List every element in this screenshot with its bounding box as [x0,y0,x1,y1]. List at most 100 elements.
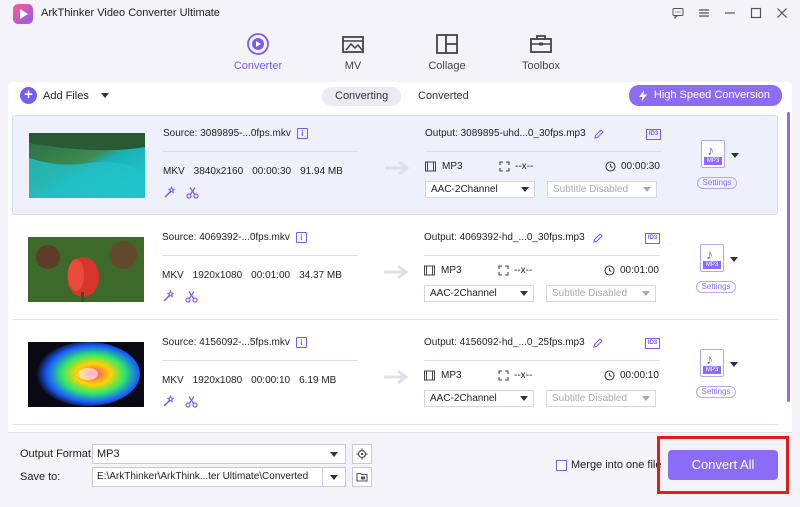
bottom-bar: Output Format: MP3 Save to: E:\ArkThinke… [8,432,792,502]
nav-mv[interactable]: MV [318,32,388,72]
output-resolution: --x-- [498,265,532,276]
output-format-icon[interactable]: ♪ MP3 [700,349,724,377]
app-logo-icon [13,4,33,24]
settings-button[interactable]: Settings [696,386,736,398]
source-meta: MKV 1920x1080 00:01:00 34.37 MB [162,270,342,281]
subtitle-select[interactable]: Subtitle Disabled [547,181,657,198]
nav-toolbox[interactable]: Toolbox [506,32,576,72]
source-info: Source: 3089895-...0fps.mkv i [163,128,308,139]
output-resolution-text: --x-- [515,161,534,172]
info-icon[interactable]: i [295,232,307,243]
divider [425,151,661,152]
subtitle-select[interactable]: Subtitle Disabled [546,390,656,407]
convert-arrow-icon [385,160,410,176]
subtitle-value: Subtitle Disabled [552,393,628,404]
file-row[interactable]: Source: 4156092-...5fps.mkv i MKV 1920x1… [12,325,778,425]
audio-track-select[interactable]: AAC-2Channel [424,285,534,302]
nav-collage[interactable]: Collage [412,32,482,72]
merge-label: Merge into one file [571,459,662,471]
mv-icon [342,36,364,53]
edit-icon[interactable] [593,128,604,139]
settings-button[interactable]: Settings [697,177,737,189]
chevron-down-icon[interactable] [731,153,739,158]
high-speed-conversion-button[interactable]: High Speed Conversion [628,85,782,106]
high-speed-conversion-label: High Speed Conversion [653,89,770,101]
divider [424,360,660,361]
feedback-icon[interactable] [666,3,690,23]
chevron-down-icon[interactable] [730,362,738,367]
video-thumbnail[interactable] [29,133,145,198]
format-badge: MP3 [704,157,722,165]
tab-converted[interactable]: Converted [405,87,482,106]
audio-track-select[interactable]: AAC-2Channel [424,390,534,407]
film-icon [424,370,435,381]
subtitle-select[interactable]: Subtitle Disabled [546,285,656,302]
divider [163,151,359,152]
minimize-icon[interactable] [718,3,742,23]
edit-icon[interactable] [592,337,603,348]
chevron-down-icon [330,475,338,480]
output-format-icon[interactable]: ♪ MP3 [700,244,724,272]
file-row[interactable]: Source: 4069392-...0fps.mkv i MKV 1920x1… [12,220,778,320]
output-info: Output: 4156092-hd_...0_25fps.mp3 [424,337,603,348]
id3-tag-icon[interactable]: ID3 [645,233,660,244]
format-settings-button[interactable] [352,444,372,464]
output-duration: 00:00:10 [604,370,659,381]
source-duration: 00:00:10 [251,375,291,386]
audio-track-value: AAC-2Channel [430,393,497,404]
nav-toolbox-label: Toolbox [522,60,560,72]
settings-button[interactable]: Settings [696,281,736,293]
lightning-icon [638,90,647,101]
file-row[interactable]: Source: 3089895-...0fps.mkv i MKV 3840x2… [12,115,778,215]
merge-option[interactable]: Merge into one file [556,459,662,471]
scissors-icon[interactable] [186,186,199,199]
source-info: Source: 4069392-...0fps.mkv i [162,232,307,243]
info-icon[interactable]: i [295,337,307,348]
info-icon[interactable]: i [296,128,308,139]
source-resolution: 3840x2160 [193,166,244,177]
convert-all-button[interactable]: Convert All [668,450,778,480]
save-to-field[interactable]: E:\ArkThinker\ArkThink...ter Ultimate\Co… [92,467,346,487]
output-duration: 00:00:30 [605,161,660,172]
id3-tag-icon[interactable]: ID3 [645,338,660,349]
clock-icon [604,370,615,381]
magic-wand-icon[interactable] [162,395,175,408]
maximize-icon[interactable] [744,3,768,23]
chevron-down-icon[interactable] [730,257,738,262]
merge-checkbox[interactable] [556,459,567,471]
add-files-button[interactable]: + Add Files [20,87,109,104]
convert-arrow-icon [384,369,409,385]
audio-track-select[interactable]: AAC-2Channel [425,181,535,198]
source-filename: Source: 4156092-...5fps.mkv [162,337,290,348]
toolbox-icon [530,35,552,53]
gear-icon [356,448,368,460]
magic-wand-icon[interactable] [163,186,176,199]
output-format-label: Output Format: [20,448,94,460]
app-title: ArkThinker Video Converter Ultimate [41,7,220,19]
output-format-text: MP3 [442,161,463,172]
close-icon[interactable] [770,3,794,23]
magic-wand-icon[interactable] [162,290,175,303]
scissors-icon[interactable] [185,290,198,303]
output-format-icon[interactable]: ♪ MP3 [701,140,725,168]
divider [162,360,358,361]
scissors-icon[interactable] [185,395,198,408]
open-folder-button[interactable] [352,467,372,487]
field-separator [322,468,323,486]
add-files-label: Add Files [43,89,89,102]
nav-converter[interactable]: Converter [223,32,293,72]
resize-icon [499,161,510,172]
output-format-select[interactable]: MP3 [92,444,346,464]
edit-icon[interactable] [592,232,603,243]
tab-converting[interactable]: Converting [322,87,402,106]
scrollbar[interactable] [787,112,790,402]
video-thumbnail[interactable] [28,237,144,302]
id3-tag-icon[interactable]: ID3 [646,129,661,140]
chevron-down-icon[interactable] [100,93,109,98]
source-container: MKV [162,270,184,281]
menu-icon[interactable] [692,3,716,23]
output-format: MP3 [425,161,463,172]
source-container: MKV [162,375,184,386]
video-thumbnail[interactable] [28,342,144,407]
folder-icon [356,472,368,482]
